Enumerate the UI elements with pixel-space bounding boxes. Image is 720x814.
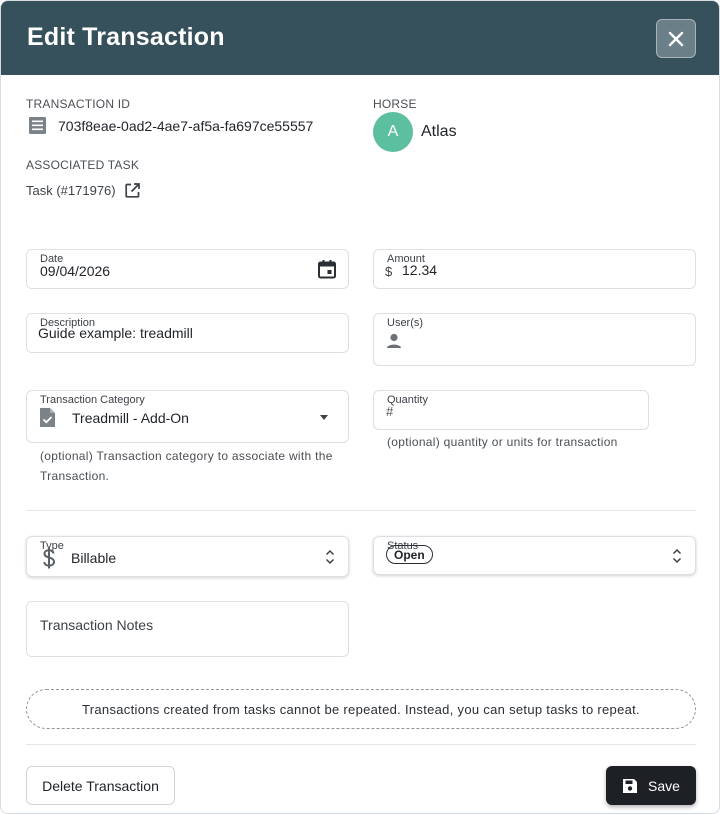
transaction-id-label: TRANSACTION ID	[26, 97, 131, 111]
associated-task-label: ASSOCIATED TASK	[26, 158, 140, 172]
save-button-label: Save	[648, 777, 680, 794]
close-icon	[668, 31, 684, 46]
modal-header: Edit Transaction	[1, 1, 719, 75]
sort-updown-icon	[672, 548, 682, 564]
horse-name: Atlas	[421, 123, 457, 140]
transaction-category-select[interactable]: Transaction Category Treadmill - Add-On	[26, 390, 349, 443]
calendar-icon[interactable]	[317, 259, 337, 279]
users-field[interactable]: User(s)	[373, 313, 696, 366]
quantity-placeholder: #	[386, 404, 394, 419]
caret-down-icon	[320, 415, 328, 420]
external-link-icon[interactable]	[124, 182, 141, 199]
transaction-notes-field[interactable]: Transaction Notes	[26, 601, 349, 657]
footer-divider	[26, 744, 696, 745]
edit-transaction-modal: Edit Transaction TRANSACTION ID 703f8eae…	[0, 0, 720, 814]
dollar-icon	[43, 547, 56, 569]
transaction-category-value: Treadmill - Add-On	[72, 410, 189, 426]
date-field[interactable]: Date 09/04/2026	[26, 249, 349, 289]
status-badge: Open	[386, 545, 433, 564]
type-value: Billable	[71, 550, 117, 566]
description-field[interactable]: Description Guide example: treadmill	[26, 313, 349, 353]
modal-title: Edit Transaction	[27, 23, 225, 51]
description-value: Guide example: treadmill	[38, 325, 193, 341]
amount-currency-symbol: $	[385, 264, 393, 279]
quantity-field[interactable]: Quantity #	[373, 390, 649, 430]
sort-updown-icon	[325, 549, 335, 565]
transaction-id-value: 703f8eae-0ad2-4ae7-af5a-fa697ce55557	[58, 118, 314, 134]
horse-label: HORSE	[373, 97, 417, 111]
horse-avatar: A	[373, 112, 413, 152]
save-button[interactable]: Save	[606, 766, 696, 805]
section-divider	[26, 510, 696, 511]
repeat-notice: Transactions created from tasks cannot b…	[26, 689, 696, 729]
associated-task-value: Task (#171976)	[26, 183, 116, 198]
quantity-help: (optional) quantity or units for transac…	[387, 435, 618, 449]
type-select[interactable]: Type Billable	[26, 536, 349, 577]
amount-value: 12.34	[402, 262, 438, 278]
person-icon	[387, 333, 401, 348]
transaction-category-label: Transaction Category	[40, 394, 145, 406]
date-value: 09/04/2026	[40, 263, 111, 279]
amount-field[interactable]: Amount $ 12.34	[373, 249, 696, 289]
transaction-notes-placeholder: Transaction Notes	[40, 617, 154, 633]
delete-transaction-button[interactable]: Delete Transaction	[26, 766, 175, 805]
close-button[interactable]	[656, 19, 696, 58]
receipt-icon	[29, 117, 46, 134]
transaction-category-help: (optional) Transaction category to assoc…	[40, 449, 333, 483]
document-check-icon	[40, 408, 55, 427]
users-label: User(s)	[387, 317, 424, 329]
save-icon	[623, 778, 638, 793]
